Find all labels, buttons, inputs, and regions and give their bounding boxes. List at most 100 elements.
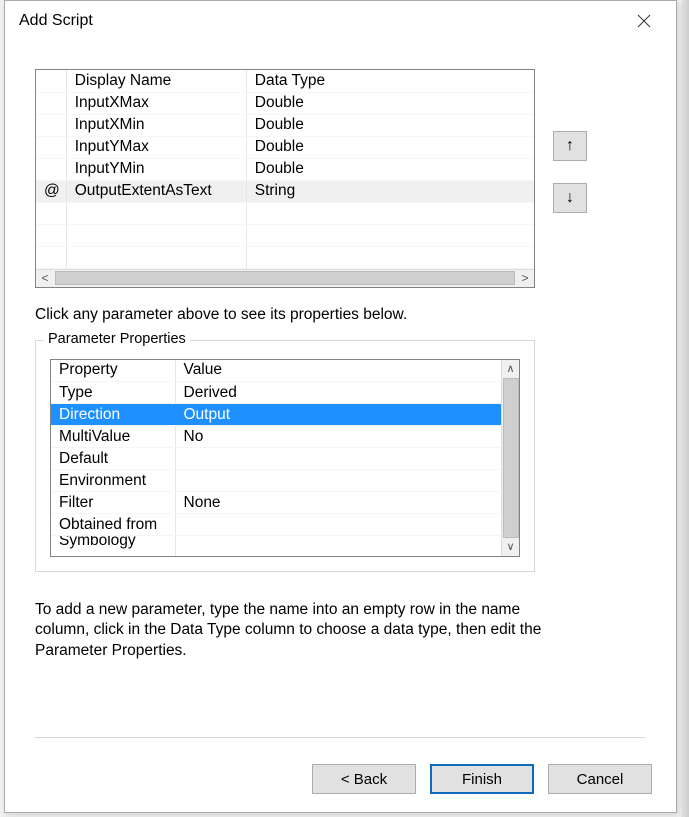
close-button[interactable] <box>624 7 664 35</box>
v-scroll-thumb[interactable] <box>503 378 519 538</box>
parameter-properties-legend: Parameter Properties <box>44 331 190 347</box>
scroll-down-arrow-icon[interactable]: ∨ <box>502 538 519 556</box>
row-value[interactable] <box>175 470 501 492</box>
table-row[interactable]: InputXMaxDouble <box>36 92 534 114</box>
dialog-content: Display NameData TypeInputXMaxDoubleInpu… <box>5 41 676 748</box>
table-row[interactable]: @OutputExtentAsTextString <box>36 180 534 202</box>
row-display-name[interactable]: OutputExtentAsText <box>66 180 246 202</box>
row-property: Type <box>51 382 175 404</box>
header-data-type: Data Type <box>246 70 534 92</box>
table-header-row: Display NameData Type <box>36 70 534 92</box>
row-property: Default <box>51 448 175 470</box>
row-marker <box>36 114 66 136</box>
header-value: Value <box>175 360 501 382</box>
table-row[interactable]: FilterNone <box>51 492 501 514</box>
scroll-right-arrow-icon[interactable]: > <box>516 271 534 285</box>
row-data-type[interactable]: String <box>246 180 534 202</box>
row-marker <box>36 224 66 246</box>
help-text: To add a new parameter, type the name in… <box>35 600 555 663</box>
arrow-down-icon: ↓ <box>566 189 574 207</box>
wizard-button-row: < Back Finish Cancel <box>5 748 676 812</box>
dialog-title: Add Script <box>19 12 93 30</box>
back-button[interactable]: < Back <box>312 764 416 794</box>
row-property: Obtained from <box>51 514 175 536</box>
row-property: MultiValue <box>51 426 175 448</box>
move-up-button[interactable]: ↑ <box>553 131 587 161</box>
parameter-properties-group: Parameter Properties PropertyValueTypeDe… <box>35 340 535 572</box>
table-row[interactable] <box>36 224 534 246</box>
row-value[interactable]: Output <box>175 404 501 426</box>
properties-table-container: PropertyValueTypeDerivedDirectionOutputM… <box>50 359 520 557</box>
row-data-type[interactable]: Double <box>246 114 534 136</box>
table-row[interactable]: InputYMaxDouble <box>36 136 534 158</box>
button-separator <box>35 737 646 738</box>
table-row[interactable]: Obtained from <box>51 514 501 536</box>
row-marker <box>36 202 66 224</box>
row-display-name[interactable]: InputXMin <box>66 114 246 136</box>
finish-button[interactable]: Finish <box>430 764 534 794</box>
scroll-up-arrow-icon[interactable]: ∧ <box>502 360 519 378</box>
row-property: Environment <box>51 470 175 492</box>
row-display-name[interactable]: InputYMax <box>66 136 246 158</box>
row-marker: @ <box>36 180 66 202</box>
row-display-name[interactable] <box>66 202 246 224</box>
move-buttons: ↑ ↓ <box>553 131 587 213</box>
row-value[interactable] <box>175 448 501 470</box>
close-icon <box>637 14 651 28</box>
viewport: Add Script Display NameData TypeInputXMa… <box>0 0 689 817</box>
row-display-name[interactable]: InputYMin <box>66 158 246 180</box>
header-display-name: Display Name <box>66 70 246 92</box>
edge-shadow <box>681 0 689 817</box>
row-data-type[interactable] <box>246 202 534 224</box>
row-marker <box>36 246 66 268</box>
scroll-left-arrow-icon[interactable]: < <box>36 271 54 285</box>
parameters-table[interactable]: Display NameData TypeInputXMaxDoubleInpu… <box>36 70 534 269</box>
table-row[interactable]: InputXMinDouble <box>36 114 534 136</box>
row-value[interactable] <box>175 514 501 536</box>
header-property: Property <box>51 360 175 382</box>
table-row[interactable]: Default <box>51 448 501 470</box>
row-data-type[interactable]: Double <box>246 92 534 114</box>
header-marker <box>36 70 66 92</box>
row-data-type[interactable]: Double <box>246 158 534 180</box>
row-data-type[interactable] <box>246 224 534 246</box>
row-display-name[interactable] <box>66 224 246 246</box>
arrow-up-icon: ↑ <box>566 137 574 155</box>
table-row[interactable]: TypeDerived <box>51 382 501 404</box>
cancel-button[interactable]: Cancel <box>548 764 652 794</box>
properties-v-scrollbar[interactable]: ∧ ∨ <box>501 360 519 556</box>
instruction-text: Click any parameter above to see its pro… <box>35 306 646 324</box>
row-property: Direction <box>51 404 175 426</box>
titlebar: Add Script <box>5 1 676 41</box>
table-header-row: PropertyValue <box>51 360 501 382</box>
table-row[interactable]: MultiValueNo <box>51 426 501 448</box>
dialog-add-script: Add Script Display NameData TypeInputXMa… <box>4 0 677 813</box>
row-marker <box>36 92 66 114</box>
row-data-type[interactable] <box>246 246 534 268</box>
row-data-type[interactable]: Double <box>246 136 534 158</box>
table-row[interactable]: DirectionOutput <box>51 404 501 426</box>
move-down-button[interactable]: ↓ <box>553 183 587 213</box>
v-scroll-track[interactable] <box>503 378 519 538</box>
properties-table[interactable]: PropertyValueTypeDerivedDirectionOutputM… <box>51 360 501 556</box>
parameters-h-scrollbar[interactable]: < > <box>36 269 534 287</box>
row-marker <box>36 136 66 158</box>
table-row[interactable]: Symbology <box>51 536 501 556</box>
table-row[interactable] <box>36 202 534 224</box>
row-property: Symbology <box>51 536 175 556</box>
row-value[interactable] <box>175 536 501 556</box>
row-value[interactable]: None <box>175 492 501 514</box>
row-display-name[interactable] <box>66 246 246 268</box>
table-row[interactable]: InputYMinDouble <box>36 158 534 180</box>
row-property: Filter <box>51 492 175 514</box>
properties-scroll-area: PropertyValueTypeDerivedDirectionOutputM… <box>51 360 501 556</box>
row-value[interactable]: Derived <box>175 382 501 404</box>
row-display-name[interactable]: InputXMax <box>66 92 246 114</box>
parameters-section: Display NameData TypeInputXMaxDoubleInpu… <box>35 69 646 288</box>
table-row[interactable] <box>36 246 534 268</box>
scroll-track[interactable] <box>55 271 515 285</box>
table-row[interactable]: Environment <box>51 470 501 492</box>
parameters-table-container: Display NameData TypeInputXMaxDoubleInpu… <box>35 69 535 288</box>
row-marker <box>36 158 66 180</box>
row-value[interactable]: No <box>175 426 501 448</box>
